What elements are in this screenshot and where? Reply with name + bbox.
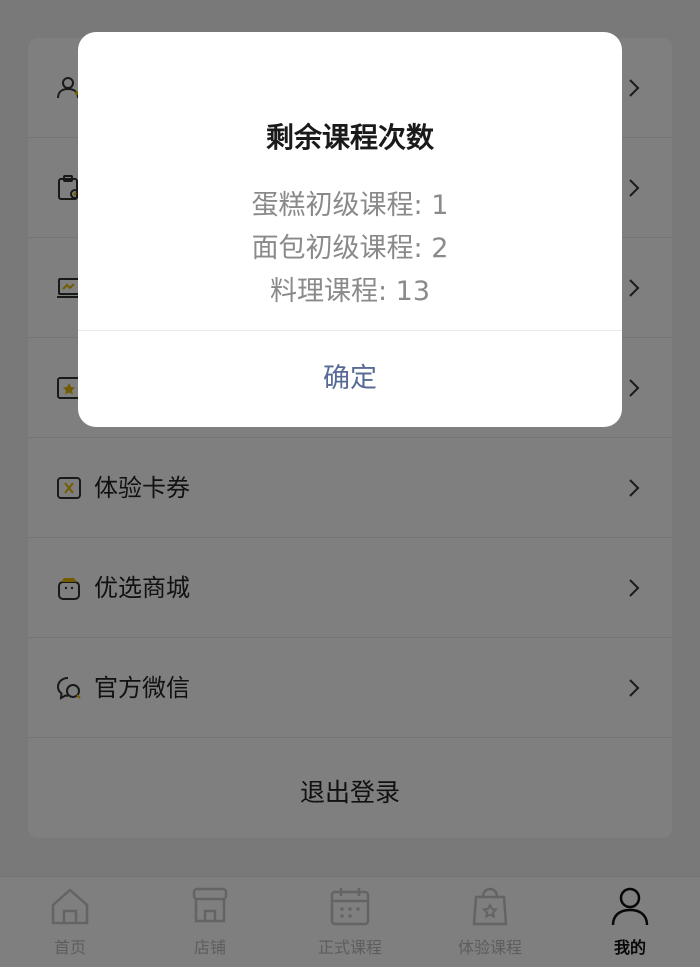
confirm-button[interactable]: 确定 (78, 331, 622, 427)
remaining-courses-dialog: 剩余课程次数 蛋糕初级课程: 1 面包初级课程: 2 料理课程: 13 确定 (78, 32, 622, 427)
dialog-content: 蛋糕初级课程: 1 面包初级课程: 2 料理课程: 13 (78, 184, 622, 313)
dialog-line-bread: 面包初级课程: 2 (251, 233, 449, 264)
app-root: 体验卡券 优选商城 官方微信 (0, 0, 700, 967)
dialog-line-cake: 蛋糕初级课程: 1 (251, 190, 449, 221)
dialog-line-cooking: 料理课程: 13 (269, 276, 431, 307)
dialog-title: 剩余课程次数 (265, 121, 434, 154)
